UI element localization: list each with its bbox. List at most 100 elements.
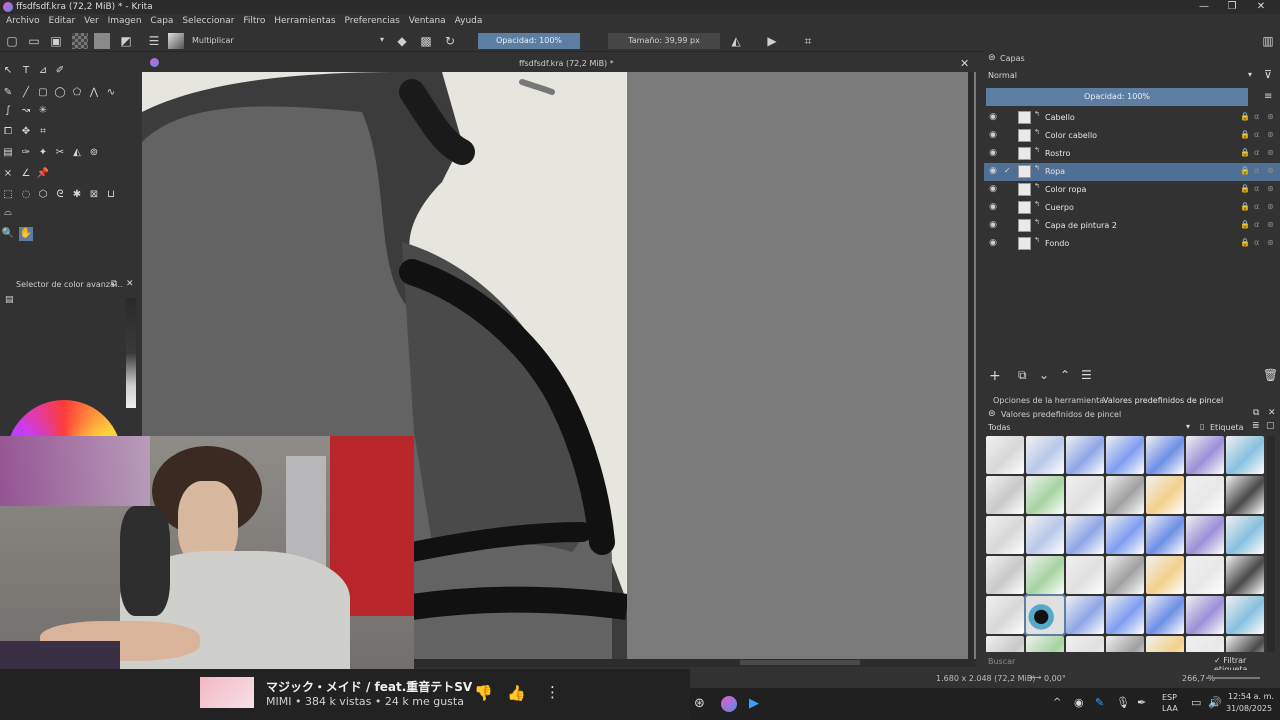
- alpha-icon[interactable]: α: [1254, 148, 1259, 157]
- layer-state-icon[interactable]: ⊛: [1267, 112, 1274, 121]
- alpha-icon[interactable]: α: [1254, 130, 1259, 139]
- visibility-eye-icon[interactable]: ◉: [988, 148, 998, 158]
- tab-brush-presets[interactable]: Valores predefinidos de pincel: [1103, 396, 1223, 405]
- brush-preset-tile[interactable]: [1186, 556, 1224, 594]
- brush-preset-tile[interactable]: [1186, 636, 1224, 652]
- minimize-icon[interactable]: —: [1194, 1, 1214, 12]
- visibility-eye-icon[interactable]: ◉: [988, 184, 998, 194]
- brush-preset-tile[interactable]: [1146, 436, 1184, 474]
- like-icon[interactable]: 👍: [507, 684, 526, 702]
- alpha-icon[interactable]: α: [1254, 220, 1259, 229]
- rect-select-icon[interactable]: ⬚: [1, 188, 15, 202]
- brush-preset-tile[interactable]: [1146, 516, 1184, 554]
- layer-blend-select[interactable]: Normal ▾: [986, 69, 1256, 82]
- brush-preset-tile[interactable]: [1026, 516, 1064, 554]
- float-presets-icon[interactable]: ⧉: [1253, 408, 1259, 418]
- menu-seleccionar[interactable]: Seleccionar: [182, 14, 234, 26]
- smart-patch-icon[interactable]: ✦: [36, 146, 50, 160]
- layer-state-icon[interactable]: ⊛: [1267, 184, 1274, 193]
- edit-shapes-icon[interactable]: ⊿: [36, 64, 50, 78]
- magnetic-select-icon[interactable]: ⌓: [1, 206, 15, 220]
- brush-preset-tile[interactable]: [1026, 636, 1064, 652]
- wrap-around-icon[interactable]: ⌗: [800, 33, 816, 49]
- multibrush-icon[interactable]: ✳: [36, 104, 50, 118]
- close-panel-icon[interactable]: ✕: [126, 279, 134, 289]
- mirror-vertical-icon[interactable]: ▶: [764, 33, 780, 49]
- layer-state-icon[interactable]: ⊛: [1267, 238, 1274, 247]
- alpha-icon[interactable]: α: [1254, 238, 1259, 247]
- brush-preset-tile[interactable]: [1146, 476, 1184, 514]
- lock-icon[interactable]: 🔒: [1240, 112, 1250, 121]
- menu-ayuda[interactable]: Ayuda: [455, 14, 483, 26]
- menu-editar[interactable]: Editar: [49, 14, 76, 26]
- visibility-eye-icon[interactable]: ◉: [988, 166, 998, 176]
- opacity-slider[interactable]: Opacidad: 100%: [478, 33, 580, 49]
- enclose-fill-icon[interactable]: ⊚: [87, 146, 101, 160]
- tray-expand-icon[interactable]: ^: [1053, 697, 1061, 708]
- mirror-horizontal-icon[interactable]: ◭: [728, 33, 744, 49]
- brush-preset-tile[interactable]: [1106, 476, 1144, 514]
- lock-icon[interactable]: 🔒: [1240, 166, 1250, 175]
- meet-taskbar-icon[interactable]: ▶: [749, 696, 759, 711]
- close-window-icon[interactable]: ✕: [1251, 1, 1271, 12]
- layer-menu-icon[interactable]: ≡: [1264, 91, 1272, 102]
- brush-preset-tile[interactable]: [1186, 436, 1224, 474]
- brush-preset-tile[interactable]: [1226, 636, 1264, 652]
- gradient-tool-icon[interactable]: ▤: [1, 146, 15, 160]
- tray-app-icon[interactable]: ◉: [1074, 696, 1084, 709]
- lock-icon[interactable]: 🔒: [1240, 220, 1250, 229]
- network-icon[interactable]: ▭: [1191, 696, 1201, 709]
- brush-preset-tile[interactable]: [986, 556, 1024, 594]
- duplicate-layer-icon[interactable]: ⧉: [1018, 368, 1027, 383]
- brush-preset-tile[interactable]: [986, 636, 1024, 652]
- tag-label[interactable]: Etiqueta: [1210, 423, 1244, 432]
- polygon-select-icon[interactable]: ⬡: [36, 188, 50, 202]
- brush-preset-tile[interactable]: [1146, 596, 1184, 634]
- preset-storage-icon[interactable]: ▢: [1266, 421, 1275, 431]
- visibility-eye-icon[interactable]: ◉: [988, 202, 998, 212]
- brush-preset-tile[interactable]: [1106, 516, 1144, 554]
- workspace-icon[interactable]: ▥: [1260, 33, 1276, 49]
- crop-tool-icon[interactable]: ⌗: [36, 125, 50, 139]
- brush-preset-tile[interactable]: [1106, 596, 1144, 634]
- preset-search-input[interactable]: Buscar: [986, 656, 1206, 668]
- language-region[interactable]: LAA: [1162, 704, 1178, 713]
- gradient-swatch-icon[interactable]: [94, 33, 110, 49]
- ellipse-select-icon[interactable]: ◌: [19, 188, 33, 202]
- save-icon[interactable]: ▣: [48, 33, 64, 49]
- brush-preset-tile[interactable]: [1066, 556, 1104, 594]
- layer-state-icon[interactable]: ⊛: [1267, 148, 1274, 157]
- presets-lock-icon[interactable]: ⊜: [988, 409, 996, 419]
- brush-preset-tile[interactable]: [1186, 476, 1224, 514]
- freehand-brush-icon[interactable]: ✎: [1, 86, 15, 100]
- menu-ver[interactable]: Ver: [84, 14, 99, 26]
- contiguous-select-icon[interactable]: ✱: [70, 188, 84, 202]
- move-layer-up-icon[interactable]: ⌃: [1060, 368, 1070, 382]
- color-picker-icon[interactable]: ✑: [19, 146, 33, 160]
- menu-capa[interactable]: Capa: [150, 14, 173, 26]
- eraser-icon[interactable]: ◆: [394, 33, 410, 49]
- freehand-path-icon[interactable]: ∫: [1, 104, 15, 118]
- size-slider[interactable]: Tamaño: 39,99 px: [608, 33, 720, 49]
- colorize-mask-icon[interactable]: ✂: [53, 146, 67, 160]
- calligraphy-icon[interactable]: ✐: [53, 64, 67, 78]
- menu-imagen[interactable]: Imagen: [108, 14, 142, 26]
- clock-time[interactable]: 12:54 a. m.: [1228, 692, 1274, 701]
- pattern-swatch-icon[interactable]: [72, 33, 88, 49]
- similar-select-icon[interactable]: ⊠: [87, 188, 101, 202]
- brush-preset-tile[interactable]: [1186, 516, 1224, 554]
- clock-date[interactable]: 31/08/2025: [1226, 704, 1272, 713]
- layer-row[interactable]: ◉ ↰ Cuerpo 🔒 α ⊛: [984, 199, 1280, 217]
- measure-tool-icon[interactable]: ∠: [19, 167, 33, 181]
- brush-editor-icon[interactable]: ☰: [146, 33, 162, 49]
- tray-pen-icon[interactable]: ✎: [1095, 696, 1104, 709]
- menu-filtro[interactable]: Filtro: [243, 14, 265, 26]
- alpha-lock-icon[interactable]: ▩: [418, 33, 434, 49]
- brush-preset-icon[interactable]: [168, 33, 184, 49]
- polyline-tool-icon[interactable]: ⋀: [87, 86, 101, 100]
- ellipse-tool-icon[interactable]: ◯: [53, 86, 67, 100]
- menu-ventana[interactable]: Ventana: [409, 14, 446, 26]
- filter-layers-icon[interactable]: ⊽: [1264, 68, 1272, 81]
- lock-icon[interactable]: 🔒: [1240, 148, 1250, 157]
- volume-icon[interactable]: 🔊: [1208, 696, 1222, 709]
